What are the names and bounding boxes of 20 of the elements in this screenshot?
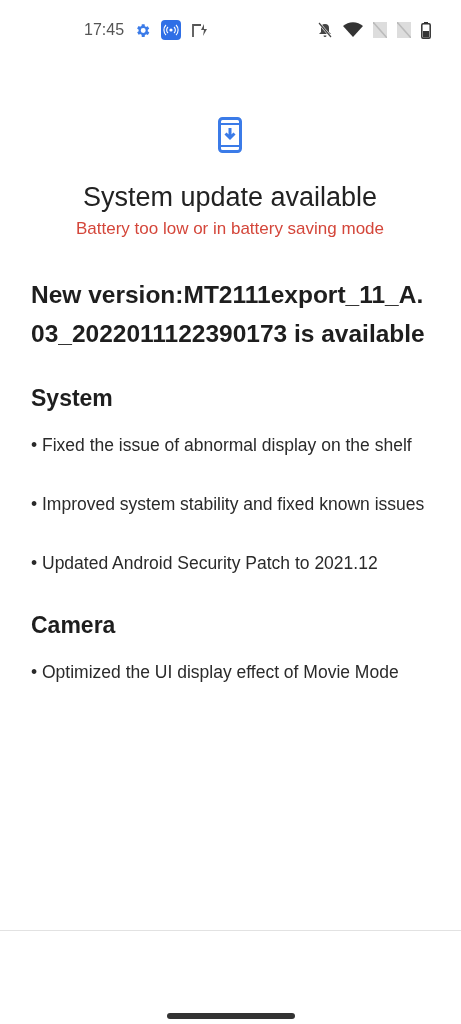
home-indicator[interactable] <box>166 1013 295 1019</box>
release-note: • Improved system stability and fixed known issues <box>31 493 426 516</box>
battery-warning: Battery too low or in battery saving mode <box>75 219 384 239</box>
section-title: Camera <box>31 611 117 640</box>
release-note: • Optimized the UI display effect of Movie Mode <box>31 661 400 684</box>
release-note: • Updated Android Security Patch to 2021.12 <box>31 552 379 575</box>
version-heading: New version:MT2111export_11_A.03_2022011122390173 is available <box>31 280 426 349</box>
battery-icon <box>421 21 431 39</box>
clock: 17:45 <box>84 21 125 39</box>
section-title: System <box>31 384 114 413</box>
flash-screen-icon <box>191 22 210 38</box>
wifi-icon <box>343 22 363 38</box>
no-sim-icon <box>373 22 387 38</box>
gear-icon <box>134 21 152 39</box>
release-note: • Fixed the issue of abnormal display on the shelf <box>31 434 413 457</box>
bell-off-icon <box>317 22 333 38</box>
phone-download-icon <box>218 117 242 153</box>
broadcast-icon <box>161 20 182 40</box>
no-sim-icon <box>397 22 411 38</box>
page-title: System update available <box>82 181 378 214</box>
